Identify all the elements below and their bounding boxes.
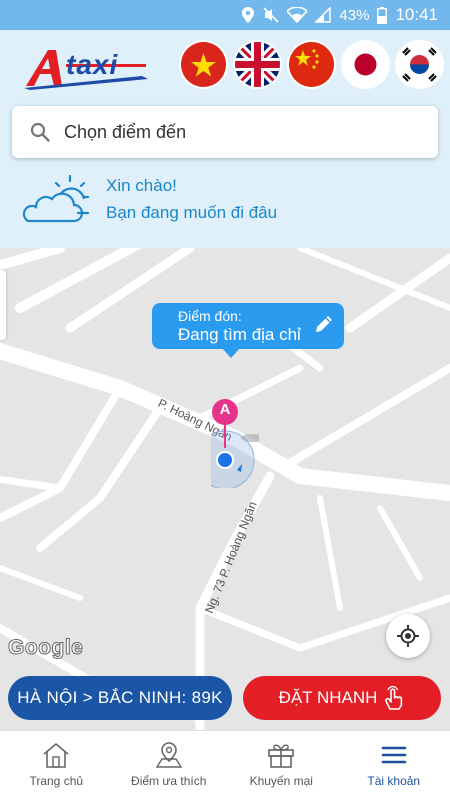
logo-text: taxi	[66, 49, 119, 80]
nav-account[interactable]: Tài khoản	[338, 731, 450, 800]
uk-flag-icon[interactable]	[235, 42, 280, 87]
nav-home-label: Trang chủ	[29, 774, 84, 788]
china-flag-icon[interactable]	[289, 42, 334, 87]
search-icon	[30, 122, 50, 142]
nav-promotions[interactable]: Khuyến mại	[225, 731, 338, 800]
mute-icon	[263, 7, 280, 23]
nav-promotions-label: Khuyến mại	[249, 774, 313, 788]
drawer-handle[interactable]	[0, 270, 6, 340]
favorite-place-icon	[155, 742, 183, 768]
battery-icon	[377, 6, 388, 24]
header: taxi Chọn điểm đến Xin chào! Bạn đang mu…	[0, 30, 450, 248]
quick-book-label: ĐẶT NHANH	[278, 688, 378, 707]
language-selector	[181, 42, 442, 87]
pickup-pin[interactable]: A	[195, 398, 265, 493]
nav-favorites-label: Điểm ưa thích	[131, 774, 207, 788]
map-view[interactable]: P. Hoàng Ngân Ng. 73 P. Hoàng Ngân Điểm …	[0, 248, 450, 730]
search-placeholder: Chọn điểm đến	[64, 121, 187, 142]
pin-label: A	[219, 401, 231, 418]
fixed-route-button[interactable]: HÀ NỘI > BẮC NINH: 89K	[8, 676, 232, 720]
google-attribution: Google	[7, 636, 84, 660]
battery-percent: 43%	[339, 6, 370, 24]
ataxi-logo: taxi	[22, 46, 152, 90]
status-icons: 43% 10:41	[241, 0, 438, 30]
nav-favorites[interactable]: Điểm ưa thích	[113, 731, 226, 800]
greeting-hello: Xin chào!	[106, 176, 177, 195]
nav-account-label: Tài khoản	[367, 774, 421, 788]
korea-flag-icon[interactable]	[397, 42, 442, 87]
gift-icon	[268, 744, 295, 768]
crosshair-icon	[397, 625, 419, 647]
pickup-bubble[interactable]: Điểm đón: Đang tìm địa chỉ	[152, 303, 344, 358]
destination-search[interactable]: Chọn điểm đến	[12, 106, 438, 158]
greeting: Xin chào! Bạn đang muốn đi đâu	[18, 172, 277, 226]
home-icon	[43, 742, 69, 768]
signal-icon	[315, 7, 332, 23]
location-icon	[242, 7, 255, 23]
japan-flag-icon[interactable]	[343, 42, 388, 87]
edit-icon[interactable]	[314, 314, 334, 334]
bottom-nav: Trang chủ Điểm ưa thích Khuyến mại Tài k…	[0, 730, 450, 800]
weather-icon	[22, 174, 90, 223]
quick-book-button[interactable]: ĐẶT NHANH	[243, 676, 441, 720]
status-bar: 43% 10:41	[0, 0, 450, 30]
menu-icon	[381, 746, 407, 764]
my-location-button[interactable]	[386, 614, 430, 658]
clock: 10:41	[395, 5, 438, 24]
fixed-route-label: HÀ NỘI > BẮC NINH: 89K	[17, 688, 223, 707]
greeting-question: Bạn đang muốn đi đâu	[106, 203, 278, 222]
tap-hand-icon	[385, 685, 403, 710]
nav-home[interactable]: Trang chủ	[0, 731, 113, 800]
vietnam-flag-icon[interactable]	[181, 42, 226, 87]
wifi-icon	[287, 7, 308, 23]
